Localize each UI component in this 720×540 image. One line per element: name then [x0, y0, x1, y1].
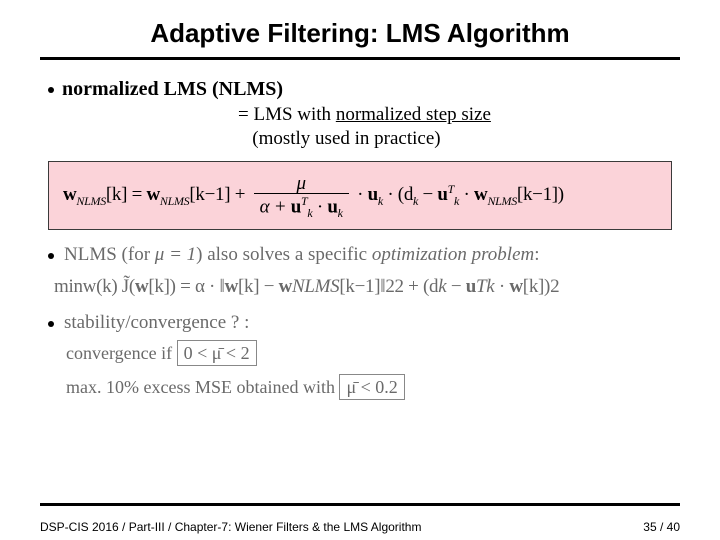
slide-content: normalized LMS (NLMS) = LMS with normali… — [0, 60, 720, 405]
bullet-icon — [48, 87, 54, 93]
nlms-heading: normalized LMS (NLMS) — [62, 78, 283, 101]
formula-optimization: minw(k) J̃(w[k]) = α · ‖w[k] − wNLMS[k−1… — [54, 276, 672, 298]
excess-mse-line: max. 10% excess MSE obtained with μ̄ < 0… — [66, 370, 672, 404]
formula-nlms-update: wNLMS[k] = wNLMS[k−1] + μα + uTk · uk · … — [48, 161, 672, 231]
footer-path: DSP-CIS 2016 / Part-III / Chapter-7: Wie… — [40, 520, 421, 534]
footer-page: 35 / 40 — [643, 520, 680, 534]
bullet-icon — [48, 321, 54, 327]
nlms-subnote: = LMS with normalized step size (mostly … — [238, 103, 672, 151]
divider-bottom — [40, 503, 680, 506]
footer: DSP-CIS 2016 / Part-III / Chapter-7: Wie… — [40, 520, 680, 534]
bullet-icon — [48, 253, 54, 259]
line-stability: stability/convergence ? : — [48, 312, 672, 334]
page-title: Adaptive Filtering: LMS Algorithm — [0, 0, 720, 55]
line-nlms-intro: normalized LMS (NLMS) = LMS with normali… — [48, 78, 672, 151]
line-optimization: NLMS (for μ = 1) also solves a specific … — [48, 244, 672, 266]
convergence-line: convergence if 0 < μ̄ < 2 — [66, 336, 672, 370]
stability-details: convergence if 0 < μ̄ < 2 max. 10% exces… — [66, 336, 672, 404]
